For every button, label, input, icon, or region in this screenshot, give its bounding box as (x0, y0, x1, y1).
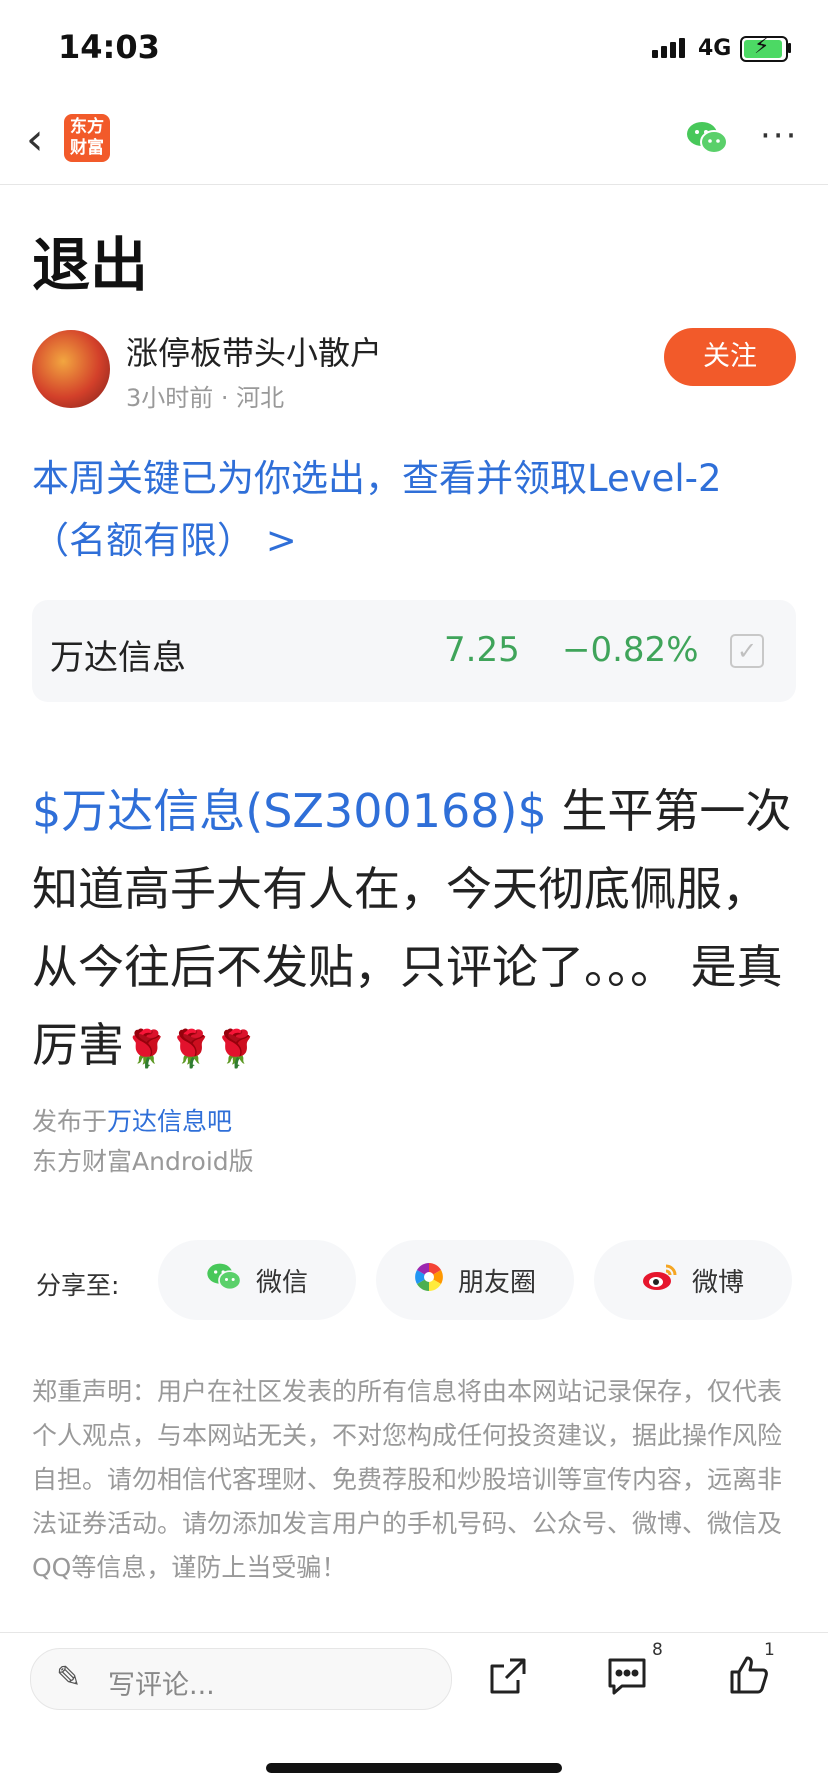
weibo-icon (642, 1262, 678, 1299)
follow-button[interactable]: 关注 (664, 328, 796, 386)
post-device: 东方财富Android版 (32, 1147, 254, 1176)
share-weibo-button[interactable]: 微博 (594, 1240, 792, 1320)
comment-input[interactable] (30, 1648, 452, 1710)
disclaimer-text: 郑重声明：用户在社区发表的所有信息将由本网站记录保存，仅代表个人观点，与本网站无… (32, 1377, 783, 1582)
back-icon[interactable]: ‹ (26, 118, 44, 162)
bar-link[interactable]: 万达信息吧 (107, 1107, 232, 1136)
comment-count: 8 (652, 1640, 663, 1660)
more-icon[interactable]: ··· (760, 116, 798, 156)
pencil-icon: ✎ (56, 1660, 82, 1695)
posted-in: 发布于万达信息吧 (32, 1107, 233, 1136)
comment-icon[interactable] (606, 1656, 648, 1700)
stock-mention-link[interactable]: $万达信息(SZ300168)$ (32, 784, 547, 838)
post-body: $万达信息(SZ300168)$ 生平第一次知道高手大有人在，今天彻底佩服，从今… (32, 772, 796, 1089)
wechat-icon (206, 1262, 242, 1299)
post-location: 河北 (236, 384, 285, 412)
stock-name: 万达信息 (50, 638, 186, 678)
bottom-divider (0, 1632, 828, 1633)
like-count: 1 (764, 1640, 775, 1660)
signal-icon (652, 38, 688, 58)
post-title: 退出 (32, 231, 149, 299)
network-label: 4G (698, 36, 732, 61)
moments-icon (414, 1262, 444, 1299)
share-label: 分享至: (36, 1271, 120, 1300)
app-logo: 东方 财富 (64, 114, 110, 162)
thumbs-up-icon[interactable] (728, 1654, 770, 1700)
comment-placeholder[interactable]: 写评论... (108, 1663, 215, 1702)
rose-emoji: 🌹🌹🌹 (124, 1029, 259, 1070)
share-icon[interactable] (488, 1656, 528, 1700)
share-wechat-button[interactable]: 微信 (158, 1240, 356, 1320)
post-meta: 3小时前 · 河北 (126, 384, 285, 412)
home-indicator (266, 1763, 562, 1773)
stock-price: 7.25 (444, 630, 520, 670)
add-watchlist-checkbox[interactable]: ✓ (730, 634, 764, 668)
battery-tip (788, 43, 791, 53)
status-time: 14:03 (58, 28, 160, 66)
post-time: 3小时前 (126, 384, 214, 412)
author-name[interactable]: 涨停板带头小散户 (126, 328, 382, 374)
avatar[interactable] (32, 330, 110, 408)
wechat-share-icon[interactable] (686, 120, 728, 160)
battery-icon: ⚡ (740, 34, 788, 62)
stock-change: −0.82% (562, 630, 699, 670)
share-moments-button[interactable]: 朋友圈 (376, 1240, 574, 1320)
promo-link[interactable]: 本周关键已为你选出，查看并领取Level-2（名额有限） > (32, 448, 792, 572)
